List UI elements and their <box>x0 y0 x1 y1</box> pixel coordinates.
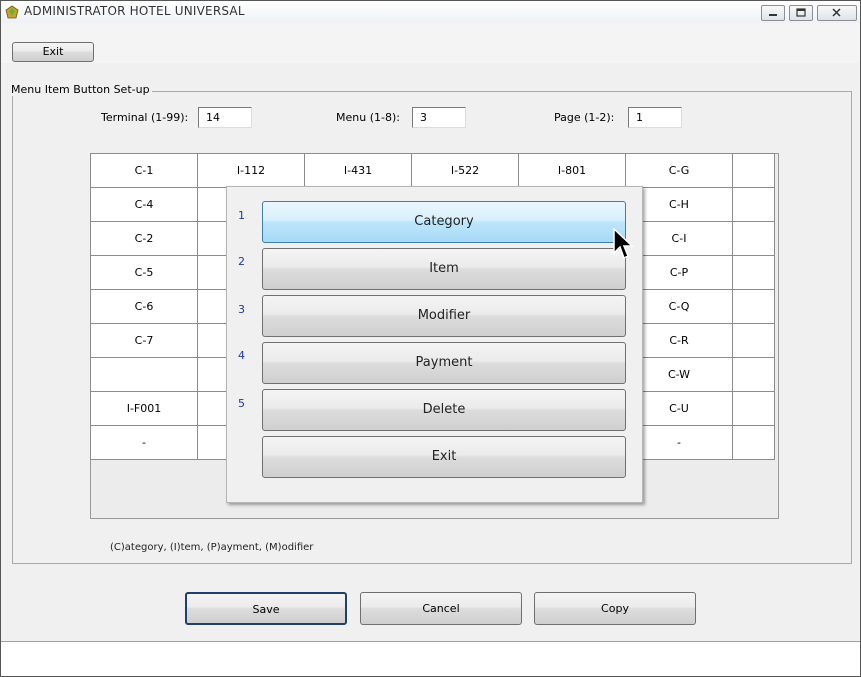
window-title: ADMINISTRATOR HOTEL UNIVERSAL <box>24 4 245 18</box>
grid-cell[interactable] <box>732 221 775 256</box>
category-button[interactable]: Category <box>262 201 626 243</box>
grid-cell[interactable]: I-112 <box>197 153 305 188</box>
delete-button[interactable]: Delete <box>262 389 626 431</box>
status-bar <box>1 641 860 676</box>
grid-cell[interactable] <box>732 391 775 426</box>
payment-button[interactable]: Payment <box>262 342 626 384</box>
minimize-icon <box>769 14 777 16</box>
title-bar: ADMINISTRATOR HOTEL UNIVERSAL <box>1 1 860 24</box>
grid-cell[interactable] <box>90 357 198 392</box>
grid-cell[interactable] <box>732 323 775 358</box>
grid-cell[interactable]: C-2 <box>90 221 198 256</box>
mouse-cursor-icon <box>613 228 634 260</box>
grid-cell[interactable]: I-801 <box>518 153 626 188</box>
save-button[interactable]: Save <box>185 592 347 625</box>
menu-label: Menu (1-8): <box>336 111 400 124</box>
option-number: 4 <box>238 349 245 362</box>
grid-cell[interactable]: I-522 <box>411 153 519 188</box>
page-input[interactable]: 1 <box>628 107 682 128</box>
grid-row: C-1 I-112 I-431 I-522 I-801 C-G <box>90 153 775 188</box>
option-number: 2 <box>238 255 245 268</box>
grid-cell[interactable]: C-4 <box>90 187 198 222</box>
grid-cell[interactable]: I-F001 <box>90 391 198 426</box>
modifier-button[interactable]: Modifier <box>262 295 626 337</box>
option-number: 3 <box>238 303 245 316</box>
grid-cell[interactable] <box>732 153 775 188</box>
cancel-button[interactable]: Cancel <box>360 592 522 625</box>
group-title: Menu Item Button Set-up <box>9 83 152 96</box>
grid-cell[interactable]: C-5 <box>90 255 198 290</box>
page-label: Page (1-2): <box>554 111 615 124</box>
grid-cell[interactable]: - <box>90 425 198 460</box>
grid-cell[interactable]: C-1 <box>90 153 198 188</box>
toolbar: Exit <box>1 23 860 63</box>
option-number: 1 <box>238 209 245 222</box>
grid-cell[interactable]: C-7 <box>90 323 198 358</box>
close-icon <box>832 8 841 17</box>
copy-button[interactable]: Copy <box>534 592 696 625</box>
terminal-label: Terminal (1-99): <box>101 111 189 124</box>
terminal-input[interactable]: 14 <box>198 107 252 128</box>
grid-cell[interactable] <box>732 357 775 392</box>
grid-cell[interactable]: C-6 <box>90 289 198 324</box>
grid-cell[interactable] <box>732 289 775 324</box>
option-number: 5 <box>238 397 245 410</box>
app-window: ADMINISTRATOR HOTEL UNIVERSAL Exit Menu … <box>0 0 861 677</box>
grid-cell[interactable] <box>732 187 775 222</box>
item-button[interactable]: Item <box>262 248 626 290</box>
grid-cell[interactable]: I-431 <box>304 153 412 188</box>
maximize-button[interactable] <box>789 5 813 21</box>
hotel-app-icon <box>5 5 19 19</box>
menu-input[interactable]: 3 <box>412 107 466 128</box>
popup-exit-button[interactable]: Exit <box>262 436 626 478</box>
grid-cell[interactable] <box>732 425 775 460</box>
grid-cell[interactable] <box>732 255 775 290</box>
button-type-popup: 1 Category 2 Item 3 Modifier 4 Payment 5… <box>226 186 643 503</box>
maximize-icon <box>796 8 806 17</box>
legend-text: (C)ategory, (I)tem, (P)ayment, (M)odifie… <box>110 542 314 553</box>
minimize-button[interactable] <box>761 5 785 21</box>
exit-button[interactable]: Exit <box>12 42 94 62</box>
grid-cell[interactable]: C-G <box>625 153 733 188</box>
close-button[interactable] <box>817 5 857 21</box>
